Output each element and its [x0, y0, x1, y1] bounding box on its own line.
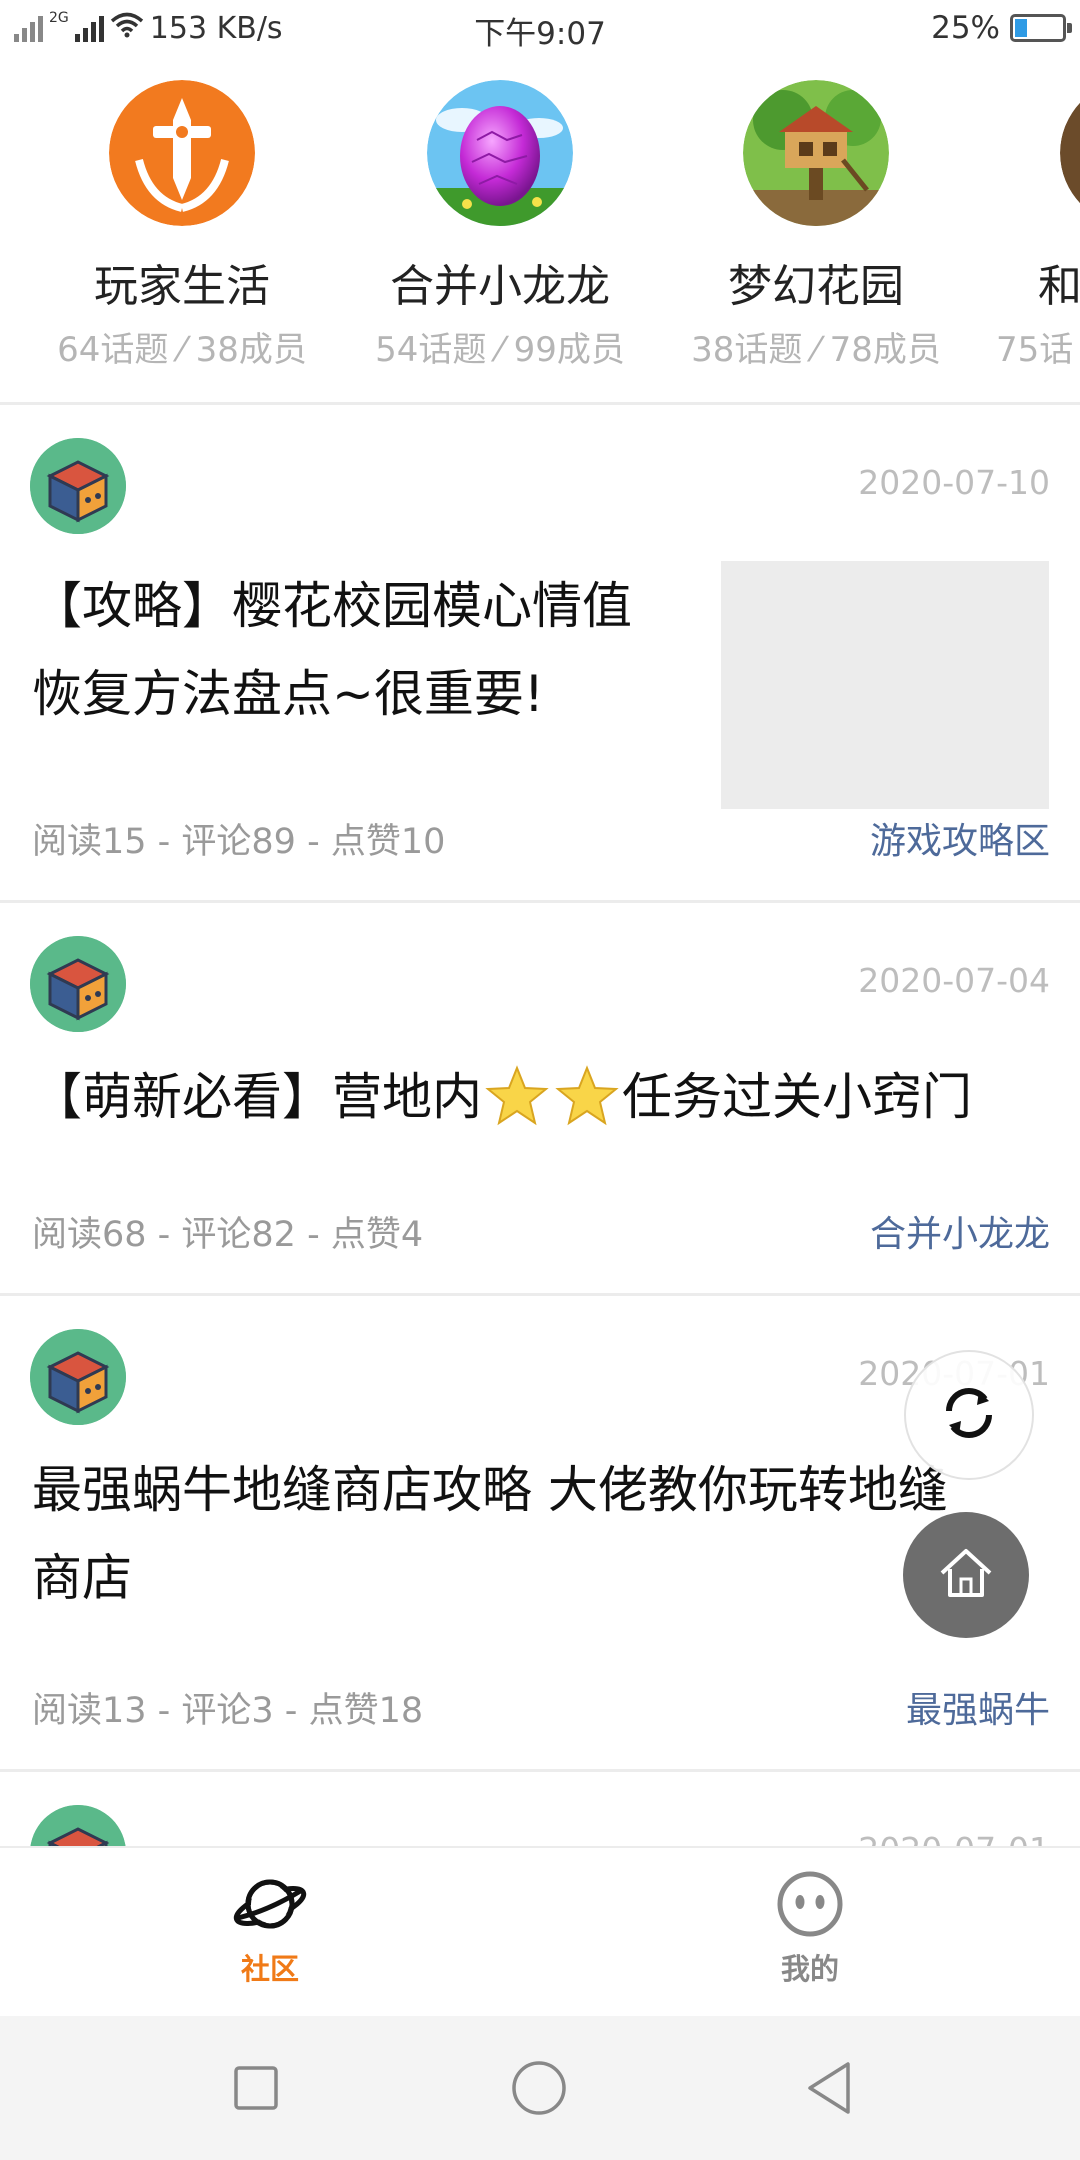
- post-date: 2020-07-04: [858, 961, 1050, 1000]
- post-title-text: 【萌新必看】营地内: [32, 1068, 482, 1126]
- battery-icon: [1010, 14, 1072, 42]
- star-icon: [554, 1064, 620, 1130]
- community-name: 和: [1038, 261, 1080, 312]
- community-item-梦幻花园[interactable]: 梦幻花园 38话题 ⁄ 78成员: [656, 80, 976, 371]
- post-board-link[interactable]: 游戏攻略区: [870, 812, 1050, 864]
- post-title-line: 【攻略】樱花校园模心情值: [32, 577, 632, 635]
- post-title-line: 最强蜗牛地缝商店攻略 大佬教你玩转地缝: [32, 1461, 948, 1519]
- post-title-line: 恢复方法盘点~很重要!: [32, 665, 544, 723]
- bottom-nav: 社区 我的: [0, 1846, 1080, 2016]
- post-meta: 阅读15 - 评论89 - 点赞10: [32, 822, 446, 862]
- post-board-link[interactable]: 最强蜗牛: [906, 1681, 1050, 1733]
- battery-fill: [1015, 19, 1027, 37]
- status-right: 25%: [931, 8, 1072, 48]
- user-avatar[interactable]: [30, 438, 126, 534]
- clock: 下午9:07: [474, 16, 606, 52]
- recent-apps-icon[interactable]: [233, 2065, 279, 2115]
- community-stats: 64话题 ⁄ 38成员: [57, 330, 307, 370]
- post-card[interactable]: 2020-07-01: [0, 1772, 1080, 1846]
- home-circle-icon[interactable]: [511, 2060, 567, 2120]
- community-name: 梦幻花园: [728, 261, 904, 312]
- tab-mine-label: 我的: [780, 1952, 839, 1986]
- sword-logo-icon: [109, 80, 255, 226]
- status-bar: 2G 153 KB/s 下午9:07 25%: [0, 0, 1080, 56]
- tab-mine[interactable]: 我的: [710, 1870, 910, 1988]
- post-date: 2020-07-01: [858, 1830, 1050, 1846]
- system-nav-bar: [0, 2016, 1080, 2160]
- community-name: 合并小龙龙: [390, 261, 610, 312]
- post-date: 2020-07-10: [858, 463, 1050, 502]
- community-item-玩家生活[interactable]: 玩家生活 64话题 ⁄ 38成员: [22, 80, 342, 371]
- partial-community-icon: [1060, 80, 1080, 226]
- star-icon: [484, 1064, 550, 1130]
- post-card[interactable]: 2020-07-04 【萌新必看】营地内 任务过关小窍门 阅读68 - 评论82…: [0, 903, 1080, 1293]
- post-title[interactable]: 【攻略】樱花校园模心情值 恢复方法盘点~很重要!: [32, 562, 632, 738]
- dragon-egg-icon: [427, 80, 573, 226]
- tab-community-label: 社区: [240, 1952, 299, 1986]
- community-stats: 75话: [996, 330, 1074, 370]
- post-title-text: 任务过关小窍门: [622, 1068, 972, 1126]
- post-thumbnail[interactable]: [721, 561, 1049, 809]
- community-item-合并小龙龙[interactable]: 合并小龙龙 54话题 ⁄ 99成员: [340, 80, 660, 371]
- home-button[interactable]: [903, 1512, 1029, 1638]
- community-item-partial[interactable]: 和 75话: [996, 80, 1080, 371]
- tab-community[interactable]: 社区: [170, 1870, 370, 1988]
- community-carousel[interactable]: 玩家生活 64话题 ⁄ 38成员 合并小龙龙 54话题 ⁄ 99成员 梦幻花园 …: [0, 56, 1080, 404]
- post-card[interactable]: 2020-07-10 【攻略】樱花校园模心情值 恢复方法盘点~很重要! 阅读15…: [0, 405, 1080, 900]
- user-avatar[interactable]: [30, 1329, 126, 1425]
- face-icon: [710, 1870, 910, 1942]
- cube-avatar-icon: [30, 1329, 126, 1425]
- cube-avatar-icon: [30, 438, 126, 534]
- post-title-line: 商店: [32, 1549, 132, 1607]
- refresh-button[interactable]: [904, 1350, 1034, 1480]
- back-icon[interactable]: [804, 2060, 854, 2120]
- community-stats: 38话题 ⁄ 78成员: [691, 330, 941, 370]
- home-icon: [936, 1543, 996, 1607]
- community-stats: 54话题 ⁄ 99成员: [375, 330, 625, 370]
- post-board-link[interactable]: 合并小龙龙: [870, 1205, 1050, 1257]
- planet-icon: [170, 1870, 370, 1942]
- post-title[interactable]: 【萌新必看】营地内 任务过关小窍门: [32, 1053, 972, 1141]
- treehouse-icon: [743, 80, 889, 226]
- post-meta: 阅读68 - 评论82 - 点赞4: [32, 1215, 424, 1255]
- cube-avatar-icon: [30, 1805, 126, 1846]
- battery-percent: 25%: [931, 10, 1000, 46]
- user-avatar[interactable]: [30, 936, 126, 1032]
- post-title[interactable]: 最强蜗牛地缝商店攻略 大佬教你玩转地缝 商店: [32, 1446, 948, 1622]
- community-name: 玩家生活: [94, 261, 270, 312]
- cube-avatar-icon: [30, 936, 126, 1032]
- user-avatar[interactable]: [30, 1805, 126, 1846]
- refresh-icon: [937, 1381, 1001, 1449]
- post-meta: 阅读13 - 评论3 - 点赞18: [32, 1691, 424, 1731]
